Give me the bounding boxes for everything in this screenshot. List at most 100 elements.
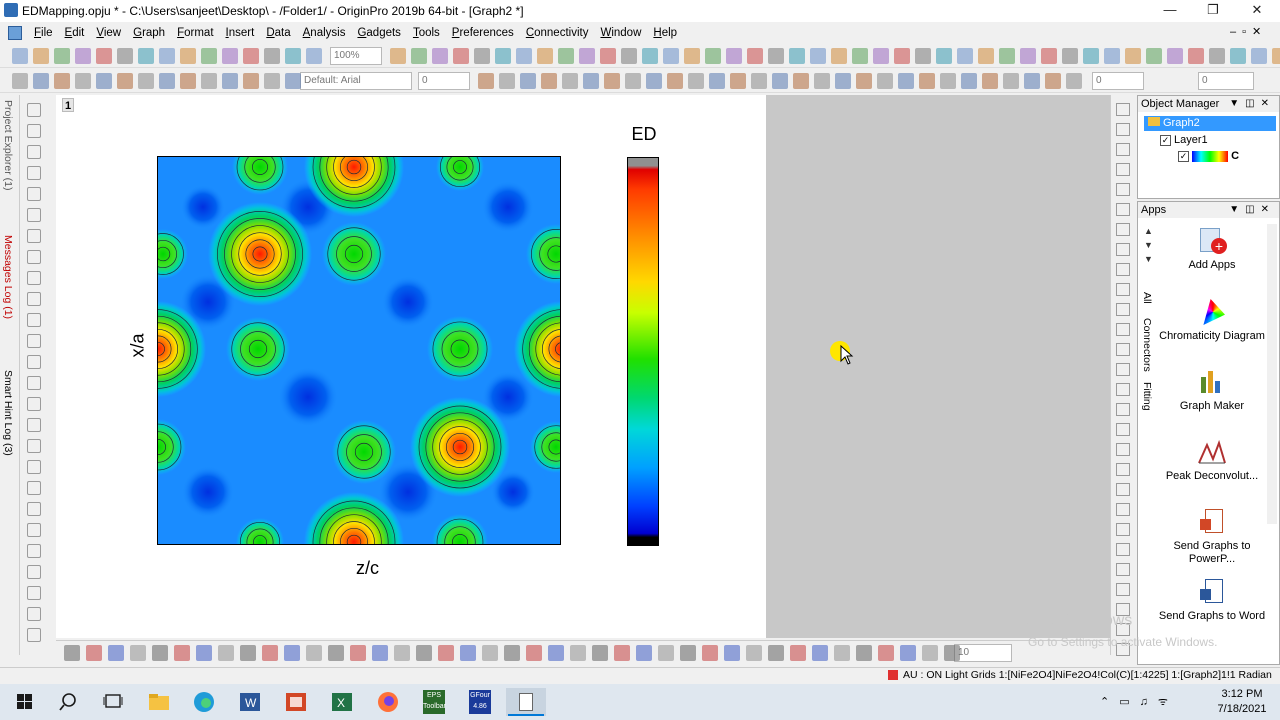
menu-edit[interactable]: Edit [59,22,91,44]
layer-tool-button[interactable] [1116,523,1130,536]
plot-type-button[interactable] [614,645,630,661]
plot-type-button[interactable] [218,645,234,661]
bottom-value-combo[interactable]: 10 [954,644,1012,662]
toolbar-button[interactable] [1066,73,1082,89]
plot-type-button[interactable] [174,645,190,661]
toolbar-button[interactable] [852,48,868,64]
toolbar-button[interactable] [411,48,427,64]
panel-controls[interactable]: ▼◫✕ [1229,96,1275,112]
toolbar-button[interactable] [159,48,175,64]
toolbar-button[interactable] [1104,48,1120,64]
plot-type-button[interactable] [86,645,102,661]
apps-scrollbar[interactable] [1267,224,1277,524]
toolbar-button[interactable] [600,48,616,64]
layer-tool-button[interactable] [1116,383,1130,396]
search-icon[interactable] [48,688,88,716]
menu-format[interactable]: Format [171,22,219,44]
toolbar-button[interactable] [999,48,1015,64]
layer-tool-button[interactable] [1116,343,1130,356]
toolbar-button[interactable] [516,48,532,64]
plot-type-button[interactable] [724,645,740,661]
origin-taskbar-icon[interactable] [506,688,546,716]
plot-type-button[interactable] [548,645,564,661]
toolbar-button[interactable] [264,73,280,89]
toolbar-button[interactable] [75,73,91,89]
toolbar-button[interactable] [264,48,280,64]
x-axis-title[interactable]: z/c [340,558,395,579]
smart-hint-log-tab[interactable]: Smart Hint Log (3) [2,370,14,456]
app-send-graphs-word[interactable]: Send Graphs to Word [1156,577,1268,623]
toolbar-button[interactable] [117,73,133,89]
tool-button[interactable] [27,565,41,579]
file-explorer-icon[interactable] [139,688,179,716]
plot-type-button[interactable] [372,645,388,661]
layer-tool-button[interactable] [1116,143,1130,156]
plot-type-button[interactable] [746,645,762,661]
toolbar-button[interactable] [33,48,49,64]
plot-type-button[interactable] [944,645,960,661]
toolbar-button[interactable] [982,73,998,89]
project-explorer-tab[interactable]: Project Explorer (1) [2,100,14,190]
toolbar-button[interactable] [646,73,662,89]
layer-tool-button[interactable] [1116,403,1130,416]
tool-button[interactable] [27,418,41,432]
tool-button[interactable] [27,292,41,306]
toolbar-button[interactable] [96,48,112,64]
doc-icon[interactable] [8,26,22,40]
tool-button[interactable] [27,103,41,117]
tool-button[interactable] [27,460,41,474]
tool-button[interactable] [27,376,41,390]
zoom-combo[interactable]: 100% [330,47,382,65]
toolbar-button[interactable] [772,73,788,89]
tool-button[interactable] [27,187,41,201]
toolbar-button[interactable] [432,48,448,64]
toolbar-button[interactable] [1083,48,1099,64]
toolbar-button[interactable] [667,73,683,89]
plot-type-button[interactable] [702,645,718,661]
tool-button[interactable] [27,355,41,369]
checkbox-icon[interactable]: ✓ [1160,135,1171,146]
toolbar-button[interactable] [642,48,658,64]
toolbar-button[interactable] [222,73,238,89]
menu-gadgets[interactable]: Gadgets [351,22,406,44]
plot-type-button[interactable] [108,645,124,661]
toolbar-button[interactable] [453,48,469,64]
tree-item-plot[interactable]: ✓ C [1178,149,1239,164]
plot-type-button[interactable] [922,645,938,661]
layer-tool-button[interactable] [1116,423,1130,436]
toolbar-button[interactable] [730,73,746,89]
menu-data[interactable]: Data [260,22,296,44]
tool-button[interactable] [27,229,41,243]
toolbar-button[interactable] [1045,73,1061,89]
plot-type-button[interactable] [592,645,608,661]
toolbar-button[interactable] [33,73,49,89]
toolbar-button[interactable] [1003,73,1019,89]
toolbar-button[interactable] [919,73,935,89]
menu-graph[interactable]: Graph [127,22,171,44]
app-icon[interactable] [4,3,18,17]
toolbar-button[interactable] [856,73,872,89]
tool-button[interactable] [27,124,41,138]
toolbar-button[interactable] [558,48,574,64]
toolbar-button[interactable] [306,48,322,64]
toolbar-button[interactable] [478,73,494,89]
menu-window[interactable]: Window [594,22,647,44]
tree-item-layer1[interactable]: ✓ Layer1 [1160,133,1208,148]
plot-type-button[interactable] [878,645,894,661]
tool-button[interactable] [27,481,41,495]
plot-type-button[interactable] [328,645,344,661]
tool-button[interactable] [27,271,41,285]
menu-insert[interactable]: Insert [220,22,261,44]
word-taskbar-icon[interactable]: W [230,688,270,716]
toolbar-button[interactable] [625,73,641,89]
menu-view[interactable]: View [90,22,127,44]
layer-tool-button[interactable] [1116,563,1130,576]
toolbar-button[interactable] [1230,48,1246,64]
toolbar-button[interactable] [1020,48,1036,64]
tool-button[interactable] [27,628,41,642]
toolbar-button[interactable] [54,73,70,89]
tool-button[interactable] [27,523,41,537]
plot-type-button[interactable] [768,645,784,661]
layer-tool-button[interactable] [1116,163,1130,176]
toolbar-button[interactable] [726,48,742,64]
